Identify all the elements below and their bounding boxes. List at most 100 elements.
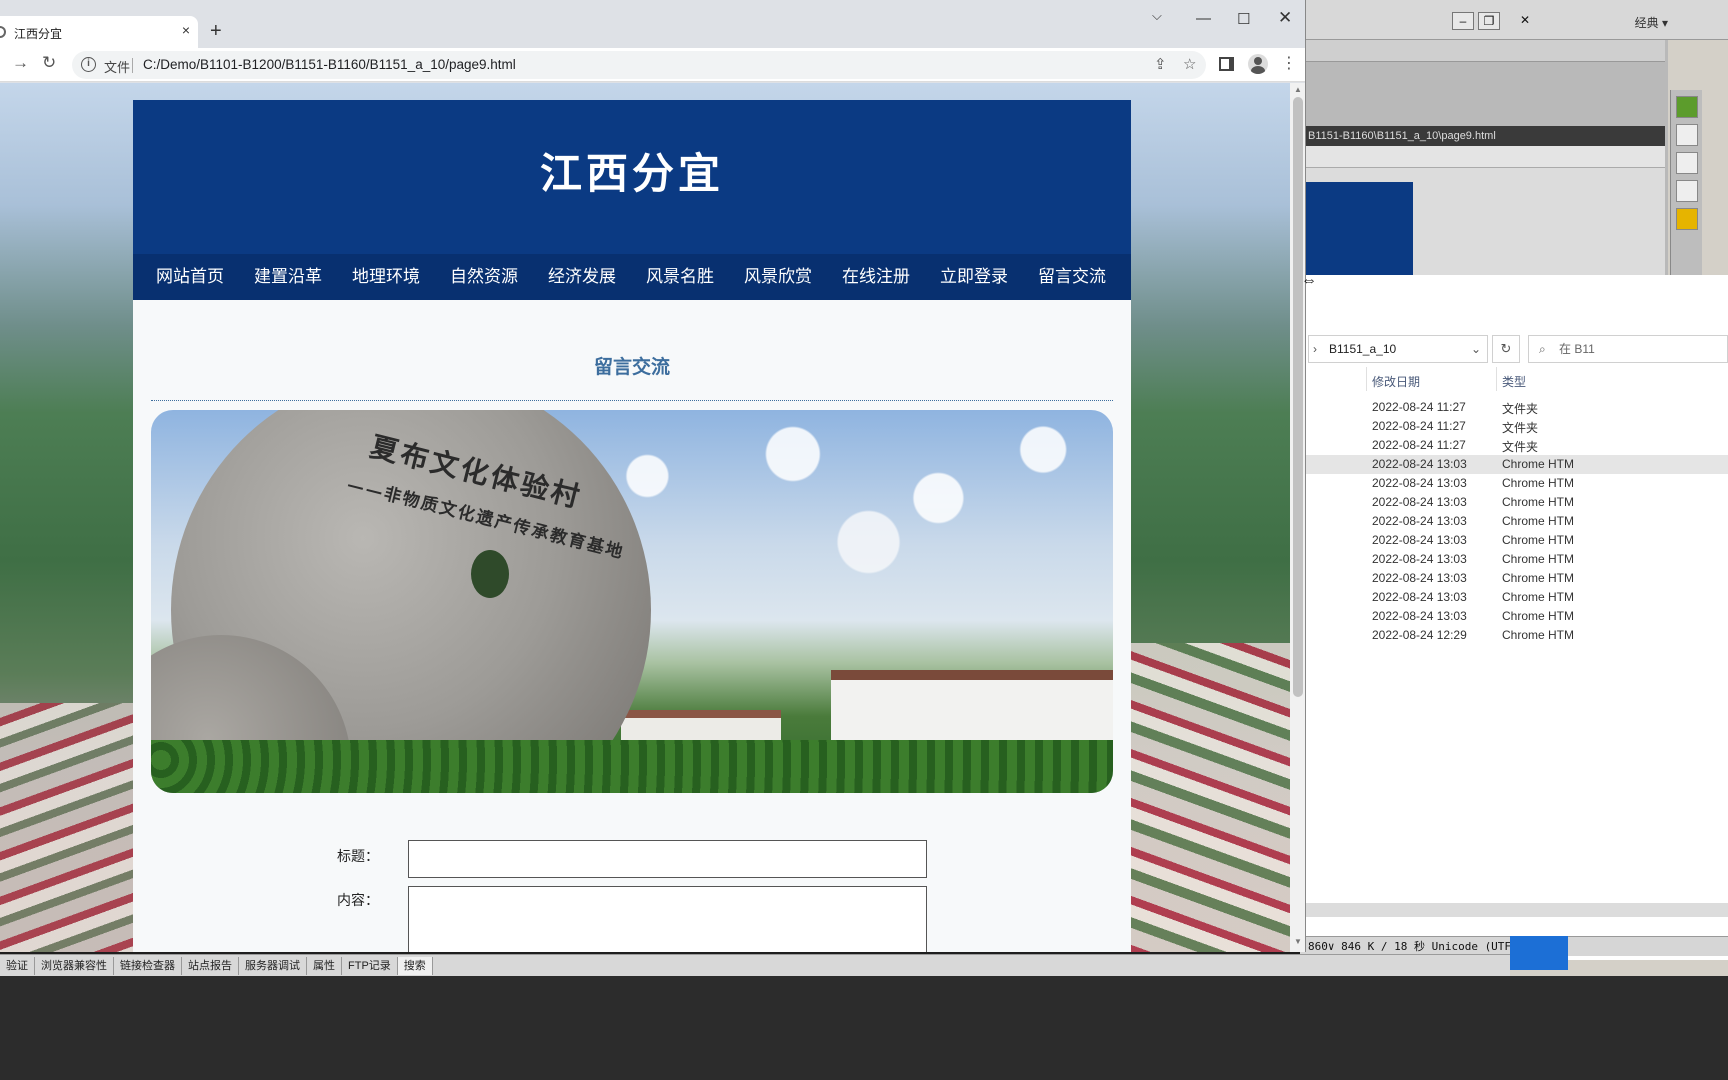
file-row[interactable]: 2022-08-24 13:03 Chrome HTM bbox=[1300, 474, 1728, 493]
tab-link-checker[interactable]: 链接检查器 bbox=[114, 956, 182, 975]
editor-document-tab[interactable] bbox=[1300, 40, 1665, 62]
content-label: 内容： bbox=[337, 892, 379, 908]
site-title: 江西分宜 bbox=[539, 149, 724, 198]
file-type: Chrome HTM bbox=[1502, 533, 1575, 547]
file-type: 文件夹 bbox=[1502, 440, 1539, 454]
title-input[interactable] bbox=[408, 840, 927, 878]
close-tab-icon[interactable]: × bbox=[182, 22, 190, 38]
editor-filter-bar bbox=[1300, 146, 1665, 168]
close-window-button[interactable]: ✕ bbox=[1278, 8, 1292, 28]
editor-design-preview bbox=[1300, 168, 1665, 275]
file-row[interactable]: 2022-08-24 11:27 文件夹 bbox=[1300, 398, 1728, 417]
column-separator[interactable] bbox=[1496, 367, 1497, 391]
nav-item-geography[interactable]: 地理环境 bbox=[337, 254, 435, 300]
address-separator bbox=[132, 58, 133, 73]
insert-image-icon[interactable] bbox=[1676, 96, 1698, 118]
file-row[interactable]: 2022-08-24 12:29 Chrome HTM bbox=[1300, 626, 1728, 645]
file-row[interactable]: 2022-08-24 13:03 Chrome HTM bbox=[1300, 512, 1728, 531]
tab-search-chevron-icon[interactable]: ⌵ bbox=[1152, 8, 1162, 24]
nav-item-home[interactable]: 网站首页 bbox=[141, 254, 239, 300]
file-type: 文件夹 bbox=[1502, 402, 1539, 416]
tab-ftp-log[interactable]: FTP记录 bbox=[342, 956, 398, 975]
tab-site-reports[interactable]: 站点报告 bbox=[182, 956, 239, 975]
file-explorer-window: › B1151_a_10 ⌄ ↻ ⌕ 在 B11 修改日期 类型 2022-08… bbox=[1300, 275, 1728, 960]
file-row-selected[interactable]: 2022-08-24 13:03 Chrome HTM bbox=[1300, 455, 1728, 474]
editor-restore-button[interactable]: ❐ bbox=[1478, 12, 1500, 30]
bookmark-star-icon[interactable]: ☆ bbox=[1183, 55, 1196, 73]
nav-item-resources[interactable]: 自然资源 bbox=[435, 254, 533, 300]
background-editor-window: 经典 ▾ – ❐ ✕ B1151-B1160\B1151_a_10\page9.… bbox=[1300, 0, 1728, 1080]
tab-validation[interactable]: 验证 bbox=[0, 956, 35, 975]
editor-close-button[interactable]: ✕ bbox=[1510, 12, 1540, 30]
file-row[interactable]: 2022-08-24 13:03 Chrome HTM bbox=[1300, 569, 1728, 588]
nav-item-scenery-gallery[interactable]: 风景欣赏 bbox=[729, 254, 827, 300]
side-panel-icon[interactable] bbox=[1219, 57, 1234, 71]
nav-item-scenic-spots[interactable]: 风景名胜 bbox=[631, 254, 729, 300]
column-separator[interactable] bbox=[1366, 367, 1367, 391]
editor-minimize-button[interactable]: – bbox=[1452, 12, 1474, 30]
forward-button[interactable]: → bbox=[12, 53, 29, 73]
file-type: Chrome HTM bbox=[1502, 590, 1575, 604]
address-bar[interactable]: i 文件 C:/Demo/B1101-B1200/B1151-B1160/B11… bbox=[72, 51, 1206, 79]
browser-menu-icon[interactable]: ⋮ bbox=[1281, 53, 1297, 73]
nav-item-register[interactable]: 在线注册 bbox=[827, 254, 925, 300]
file-row[interactable]: 2022-08-24 11:27 文件夹 bbox=[1300, 417, 1728, 436]
browser-tab[interactable]: 江西分宜 × bbox=[0, 16, 198, 48]
file-row[interactable]: 2022-08-24 13:03 Chrome HTM bbox=[1300, 550, 1728, 569]
workspace-switcher[interactable]: 经典 ▾ bbox=[1635, 14, 1668, 31]
file-type: Chrome HTM bbox=[1502, 609, 1575, 623]
file-date: 2022-08-24 13:03 bbox=[1372, 552, 1467, 566]
maximize-button[interactable]: ☐ bbox=[1237, 10, 1250, 28]
explorer-horizontal-scrollbar[interactable] bbox=[1300, 903, 1728, 917]
nav-item-economy[interactable]: 经济发展 bbox=[533, 254, 631, 300]
assets-icon[interactable] bbox=[1676, 208, 1698, 230]
editor-document-path: B1151-B1160\B1151_a_10\page9.html bbox=[1300, 126, 1665, 146]
picture-icon[interactable] bbox=[1676, 152, 1698, 174]
nav-item-history[interactable]: 建置沿革 bbox=[239, 254, 337, 300]
file-row[interactable]: 2022-08-24 11:27 文件夹 bbox=[1300, 436, 1728, 455]
column-header-type[interactable]: 类型 bbox=[1502, 373, 1526, 390]
scheme-label: 文件 bbox=[104, 60, 131, 75]
new-tab-button[interactable]: + bbox=[210, 20, 222, 43]
url-text[interactable]: C:/Demo/B1101-B1200/B1151-B1160/B1151_a_… bbox=[143, 57, 516, 72]
file-type: Chrome HTM bbox=[1502, 457, 1575, 471]
minimize-button[interactable]: — bbox=[1196, 10, 1211, 27]
nav-item-guestbook[interactable]: 留言交流 bbox=[1023, 254, 1121, 300]
file-date: 2022-08-24 12:29 bbox=[1372, 628, 1467, 642]
file-row[interactable]: 2022-08-24 13:03 Chrome HTM bbox=[1300, 531, 1728, 550]
file-row[interactable]: 2022-08-24 13:03 Chrome HTM bbox=[1300, 607, 1728, 626]
hero-foreground-plants bbox=[151, 740, 1113, 793]
tab-title: 江西分宜 bbox=[14, 27, 63, 41]
nav-item-login[interactable]: 立即登录 bbox=[925, 254, 1023, 300]
tab-server-debug[interactable]: 服务器调试 bbox=[239, 956, 307, 975]
file-date: 2022-08-24 13:03 bbox=[1372, 476, 1467, 490]
chevron-down-icon[interactable]: ⌄ bbox=[1471, 336, 1481, 362]
content-textarea[interactable] bbox=[408, 886, 927, 952]
browser-toolbar: → ↻ i 文件 C:/Demo/B1101-B1200/B1151-B1160… bbox=[0, 48, 1305, 82]
taskbar-corner bbox=[1510, 936, 1568, 970]
site-info-icon[interactable]: i bbox=[81, 57, 96, 72]
file-type: Chrome HTM bbox=[1502, 571, 1575, 585]
profile-avatar-icon[interactable] bbox=[1248, 54, 1268, 74]
file-row[interactable]: 2022-08-24 13:03 Chrome HTM bbox=[1300, 493, 1728, 512]
chart-icon[interactable] bbox=[1676, 124, 1698, 146]
search-icon[interactable] bbox=[1676, 180, 1698, 202]
reload-button[interactable]: ↻ bbox=[42, 53, 56, 73]
column-header-date[interactable]: 修改日期 bbox=[1372, 373, 1420, 390]
share-icon[interactable]: ⇪ bbox=[1154, 55, 1167, 73]
page-scrollbar[interactable]: ▲ ▼ bbox=[1290, 83, 1305, 952]
refresh-icon[interactable]: ↻ bbox=[1492, 335, 1520, 363]
scroll-thumb[interactable] bbox=[1293, 97, 1303, 697]
explorer-search-box[interactable]: ⌕ 在 B11 bbox=[1528, 335, 1728, 363]
scroll-down-arrow-icon[interactable]: ▼ bbox=[1294, 937, 1302, 946]
scroll-up-arrow-icon[interactable]: ▲ bbox=[1294, 85, 1302, 94]
tab-browser-compat[interactable]: 浏览器兼容性 bbox=[35, 956, 114, 975]
desktop-bottom bbox=[0, 976, 1728, 1080]
background-village-left bbox=[0, 703, 140, 952]
explorer-breadcrumb[interactable]: › B1151_a_10 ⌄ bbox=[1308, 335, 1488, 363]
file-row[interactable]: 2022-08-24 13:03 Chrome HTM bbox=[1300, 588, 1728, 607]
tab-search[interactable]: 搜索 bbox=[397, 956, 433, 975]
preview-header-block bbox=[1305, 182, 1413, 275]
tab-properties[interactable]: 属性 bbox=[307, 956, 342, 975]
hero-image: 夏布文化体验村 ——非物质文化遗产传承教育基地 bbox=[151, 410, 1113, 793]
